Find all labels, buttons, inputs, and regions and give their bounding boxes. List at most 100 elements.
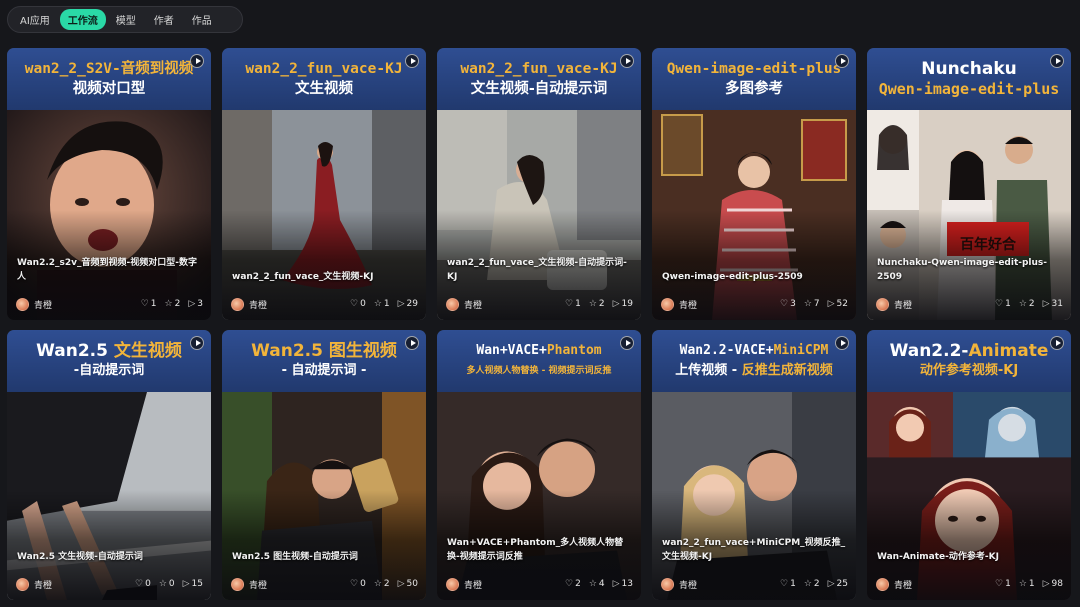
card-thumbnail xyxy=(222,392,426,600)
tab-authors[interactable]: 作者 xyxy=(146,9,182,30)
heart-icon[interactable]: ♡ xyxy=(141,299,149,309)
like-count: 0 xyxy=(360,299,366,309)
author-name[interactable]: 青橙 xyxy=(894,578,987,591)
card-title: wan2_2_fun_vace+MiniCPM_视频反推_文生视频-KJ xyxy=(662,538,846,562)
star-count: 1 xyxy=(383,299,390,309)
author-name[interactable]: 青橙 xyxy=(249,578,342,591)
avatar[interactable] xyxy=(661,297,674,311)
star-count: 4 xyxy=(598,579,605,589)
star-icon[interactable]: ☆ xyxy=(165,299,173,309)
like-count: 3 xyxy=(790,299,796,309)
play-icon[interactable] xyxy=(1050,54,1064,68)
author-name[interactable]: 青橙 xyxy=(679,578,772,591)
play-icon[interactable] xyxy=(835,54,849,68)
view-count: 25 xyxy=(836,579,848,589)
card-thumbnail xyxy=(437,110,641,320)
workflow-card[interactable]: Wan+VACE+Phantom 多人视频人物替换 - 视频提示词反推 Wan+… xyxy=(437,330,641,600)
heart-icon[interactable]: ♡ xyxy=(995,579,1003,589)
star-icon[interactable]: ☆ xyxy=(159,579,167,589)
play-triangle-icon: ▷ xyxy=(1042,299,1050,309)
avatar[interactable] xyxy=(446,577,459,591)
avatar[interactable] xyxy=(446,297,459,311)
play-icon[interactable] xyxy=(835,336,849,350)
avatar[interactable] xyxy=(231,297,244,311)
tab-works[interactable]: 作品 xyxy=(184,9,220,30)
banner-headline: Qwen-image-edit-plus xyxy=(666,61,842,77)
avatar[interactable] xyxy=(16,577,29,591)
star-icon[interactable]: ☆ xyxy=(374,579,382,589)
card-banner: Qwen-image-edit-plus 多图参考 xyxy=(652,48,856,110)
heart-icon[interactable]: ♡ xyxy=(780,579,788,589)
card-meta: 青橙 ♡ 1 ☆ 2 ▷ 3 xyxy=(16,297,203,311)
author-name[interactable]: 青橙 xyxy=(894,298,987,311)
star-count: 2 xyxy=(598,299,605,309)
heart-icon[interactable]: ♡ xyxy=(565,579,573,589)
play-triangle-icon: ▷ xyxy=(188,299,196,309)
card-meta: 青橙 ♡ 1 ☆ 1 ▷ 98 xyxy=(876,577,1063,591)
card-banner: Wan2.2-VACE+MiniCPM 上传视频 - 反推生成新视频 xyxy=(652,330,856,392)
workflow-card[interactable]: Wan2.2-VACE+MiniCPM 上传视频 - 反推生成新视频 wan2_… xyxy=(652,330,856,600)
heart-icon[interactable]: ♡ xyxy=(350,579,358,589)
play-icon[interactable] xyxy=(190,336,204,350)
tab-ai-apps[interactable]: AI应用 xyxy=(12,9,58,30)
play-icon[interactable] xyxy=(620,54,634,68)
view-count: 3 xyxy=(197,299,203,309)
workflow-card[interactable]: Wan2.5 文生视频 -自动提示词 Wan2.5 文生视频-自动提示词 青橙 … xyxy=(7,330,211,600)
tab-models[interactable]: 模型 xyxy=(108,9,144,30)
card-thumbnail xyxy=(7,392,211,600)
workflow-card[interactable]: wan2_2_fun_vace-KJ 文生视频-自动提示词 wan2_2_fun… xyxy=(437,48,641,320)
avatar[interactable] xyxy=(876,297,889,311)
card-banner: wan2_2_fun_vace-KJ 文生视频-自动提示词 xyxy=(437,48,641,110)
banner-headline: Wan2.2-VACE+MiniCPM xyxy=(679,343,829,358)
avatar[interactable] xyxy=(876,577,889,591)
play-icon[interactable] xyxy=(190,54,204,68)
author-name[interactable]: 青橙 xyxy=(34,298,133,311)
star-icon[interactable]: ☆ xyxy=(804,579,812,589)
view-count: 31 xyxy=(1051,299,1063,309)
workflow-card[interactable]: Wan2.2-Animate 动作参考视频-KJ Wan-Animate-动作参… xyxy=(867,330,1071,600)
star-icon[interactable]: ☆ xyxy=(374,299,382,309)
heart-icon[interactable]: ♡ xyxy=(780,299,788,309)
like-count: 0 xyxy=(360,579,366,589)
tab-workflows[interactable]: 工作流 xyxy=(59,9,106,30)
card-meta: 青橙 ♡ 0 ☆ 2 ▷ 50 xyxy=(231,577,418,591)
star-icon[interactable]: ☆ xyxy=(589,579,597,589)
author-name[interactable]: 青橙 xyxy=(464,298,557,311)
play-triangle-icon: ▷ xyxy=(1042,579,1050,589)
star-count: 2 xyxy=(174,299,181,309)
card-banner: Wan2.5 文生视频 -自动提示词 xyxy=(7,330,211,392)
workflow-card[interactable]: wan2_2_fun_vace-KJ 文生视频 wan2_2_fun_vace_… xyxy=(222,48,426,320)
play-icon[interactable] xyxy=(405,54,419,68)
star-icon[interactable]: ☆ xyxy=(1019,579,1027,589)
workflow-card[interactable]: 百年好合 Nunchaku Qwen-image-edit-plus Nunch… xyxy=(867,48,1071,320)
star-icon[interactable]: ☆ xyxy=(589,299,597,309)
workflow-card[interactable]: Qwen-image-edit-plus 多图参考 Qwen-image-edi… xyxy=(652,48,856,320)
author-name[interactable]: 青橙 xyxy=(464,578,557,591)
play-icon[interactable] xyxy=(620,336,634,350)
star-icon[interactable]: ☆ xyxy=(1019,299,1027,309)
avatar[interactable] xyxy=(16,297,29,311)
card-thumbnail xyxy=(222,110,426,320)
star-icon[interactable]: ☆ xyxy=(804,299,812,309)
author-name[interactable]: 青橙 xyxy=(34,578,127,591)
play-icon[interactable] xyxy=(1050,336,1064,350)
like-count: 1 xyxy=(150,299,157,309)
like-count: 1 xyxy=(1005,299,1011,309)
card-title: Wan-Animate-动作参考-KJ xyxy=(877,552,999,562)
workflow-card[interactable]: wan2_2_S2V-音频到视频 视频对口型 Wan2.2_s2v_音频到视频-… xyxy=(7,48,211,320)
author-name[interactable]: 青橙 xyxy=(679,298,772,311)
heart-icon[interactable]: ♡ xyxy=(565,299,573,309)
card-banner: Wan+VACE+Phantom 多人视频人物替换 - 视频提示词反推 xyxy=(437,330,641,392)
like-count: 1 xyxy=(790,579,796,589)
heart-icon[interactable]: ♡ xyxy=(135,579,143,589)
workflow-card[interactable]: Wan2.5 图生视频 - 自动提示词 - Wan2.5 图生视频-自动提示词 … xyxy=(222,330,426,600)
heart-icon[interactable]: ♡ xyxy=(995,299,1003,309)
play-triangle-icon: ▷ xyxy=(612,579,620,589)
avatar[interactable] xyxy=(231,577,244,591)
card-meta: 青橙 ♡ 0 ☆ 0 ▷ 15 xyxy=(16,577,203,591)
play-triangle-icon: ▷ xyxy=(612,299,620,309)
avatar[interactable] xyxy=(661,577,674,591)
heart-icon[interactable]: ♡ xyxy=(350,299,358,309)
author-name[interactable]: 青橙 xyxy=(249,298,342,311)
play-icon[interactable] xyxy=(405,336,419,350)
